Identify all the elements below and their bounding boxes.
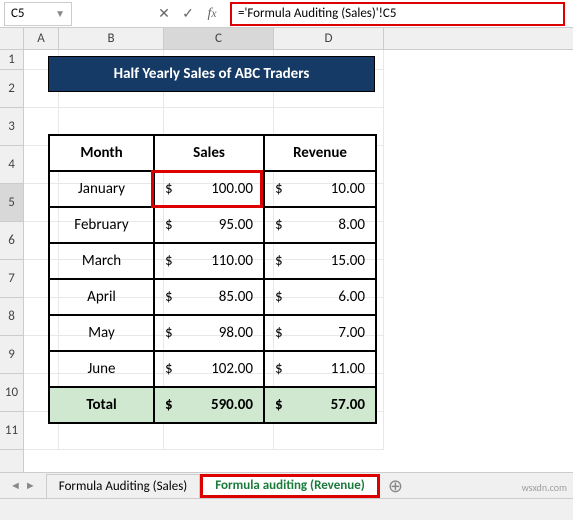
- header-revenue: Revenue: [264, 135, 376, 171]
- cell-revenue[interactable]: $10.00: [264, 171, 376, 207]
- tab-nav-prev-icon[interactable]: ◄: [10, 479, 21, 492]
- table-title: Half Yearly Sales of ABC Traders: [48, 56, 375, 92]
- row-header[interactable]: 10: [0, 374, 23, 412]
- cell-sales[interactable]: $110.00: [154, 243, 264, 279]
- table-row: January $100.00 $10.00: [49, 171, 376, 207]
- row-header[interactable]: 4: [0, 146, 23, 184]
- name-box[interactable]: C5 ▼: [4, 2, 72, 26]
- col-header-d[interactable]: D: [274, 28, 384, 49]
- tab-nav-next-icon[interactable]: ►: [25, 479, 36, 492]
- cell-sales[interactable]: $95.00: [154, 207, 264, 243]
- table-row: April $85.00 $6.00: [49, 279, 376, 315]
- row-header[interactable]: 5: [0, 184, 23, 222]
- tab-revenue[interactable]: Formula auditing (Revenue): [200, 474, 380, 498]
- cell-revenue[interactable]: $8.00: [264, 207, 376, 243]
- watermark: wsxdn.com: [522, 481, 567, 494]
- cell-total-revenue[interactable]: $57.00: [264, 387, 376, 423]
- table-row: May $98.00 $7.00: [49, 315, 376, 351]
- cell-sales[interactable]: $85.00: [154, 279, 264, 315]
- cell-month[interactable]: February: [49, 207, 154, 243]
- data-table: Month Sales Revenue January $100.00 $10.…: [48, 134, 377, 424]
- cell-sales[interactable]: $100.00: [154, 171, 264, 207]
- cell-month[interactable]: April: [49, 279, 154, 315]
- col-header-b[interactable]: B: [59, 28, 164, 49]
- formula-bar-buttons: ✕ ✓ fx: [152, 2, 224, 26]
- cell-total-label[interactable]: Total: [49, 387, 154, 423]
- header-month: Month: [49, 135, 154, 171]
- chevron-down-icon[interactable]: ▼: [55, 7, 65, 20]
- cell-total-sales[interactable]: $590.00: [154, 387, 264, 423]
- enter-icon[interactable]: ✓: [176, 2, 200, 26]
- cell-revenue[interactable]: $15.00: [264, 243, 376, 279]
- row-header[interactable]: 2: [0, 70, 23, 108]
- table-row: March $110.00 $15.00: [49, 243, 376, 279]
- col-header-c[interactable]: C: [164, 28, 274, 49]
- column-headers: A B C D: [24, 28, 573, 50]
- cell-revenue[interactable]: $6.00: [264, 279, 376, 315]
- cell-sales[interactable]: $102.00: [154, 351, 264, 387]
- row-header[interactable]: 3: [0, 108, 23, 146]
- cancel-icon[interactable]: ✕: [152, 2, 176, 26]
- name-box-value: C5: [11, 6, 25, 21]
- status-bar: [0, 498, 573, 520]
- table-row-total: Total $590.00 $57.00: [49, 387, 376, 423]
- cell-revenue[interactable]: $7.00: [264, 315, 376, 351]
- add-sheet-icon[interactable]: ⊕: [380, 475, 411, 497]
- row-header[interactable]: 9: [0, 336, 23, 374]
- cell-sales[interactable]: $98.00: [154, 315, 264, 351]
- fx-icon[interactable]: fx: [200, 2, 224, 26]
- cell-month[interactable]: May: [49, 315, 154, 351]
- row-header[interactable]: 6: [0, 222, 23, 260]
- row-header[interactable]: 7: [0, 260, 23, 298]
- formula-input[interactable]: ='Formula Auditing (Sales)'!C5: [230, 2, 565, 26]
- formula-bar: C5 ▼ ✕ ✓ fx ='Formula Auditing (Sales)'!…: [0, 0, 573, 28]
- table-row: February $95.00 $8.00: [49, 207, 376, 243]
- table-row: June $102.00 $11.00: [49, 351, 376, 387]
- header-sales: Sales: [154, 135, 264, 171]
- row-header[interactable]: 11: [0, 412, 23, 450]
- col-header-a[interactable]: A: [24, 28, 59, 49]
- cell-revenue[interactable]: $11.00: [264, 351, 376, 387]
- formula-text: ='Formula Auditing (Sales)'!C5: [238, 6, 396, 21]
- cell-month[interactable]: June: [49, 351, 154, 387]
- row-header[interactable]: 8: [0, 298, 23, 336]
- row-header[interactable]: 1: [0, 50, 23, 70]
- sheet-area: A B C D 1 2 3 4 5 6 7 8 9 10 11 Half Yea…: [0, 28, 573, 472]
- tab-sales[interactable]: Formula Auditing (Sales): [46, 474, 200, 498]
- cell-month[interactable]: March: [49, 243, 154, 279]
- cell-month[interactable]: January: [49, 171, 154, 207]
- select-all-corner[interactable]: [0, 28, 24, 50]
- sheet-tabs: ◄ ► Formula Auditing (Sales) Formula aud…: [0, 472, 573, 498]
- tab-nav[interactable]: ◄ ►: [0, 479, 46, 492]
- row-headers: 1 2 3 4 5 6 7 8 9 10 11: [0, 50, 24, 472]
